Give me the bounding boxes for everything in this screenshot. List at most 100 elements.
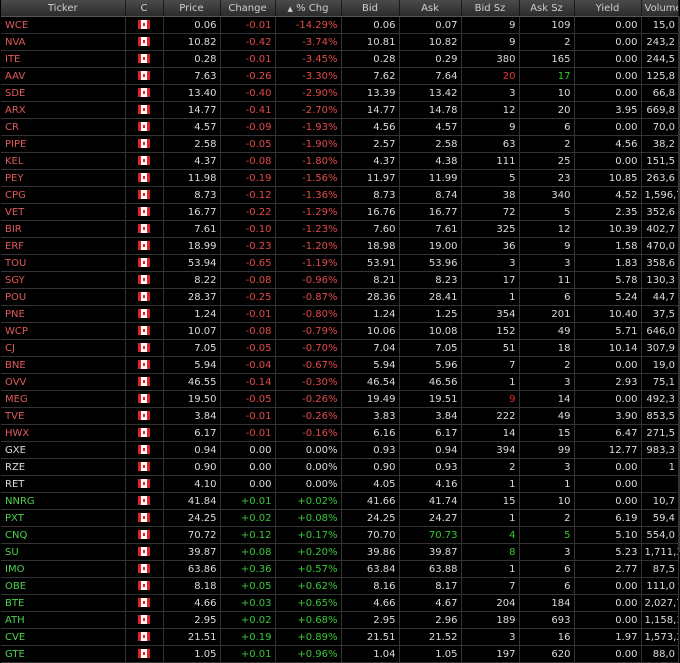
ticker-cell[interactable]: NNRG <box>1 492 126 510</box>
col-header-country[interactable]: C <box>125 0 164 17</box>
bid-cell: 53.91 <box>341 254 400 272</box>
table-row[interactable]: WCP 10.07 -0.08 -0.79% 10.06 10.08 152 49 5.71 64… <box>1 322 679 340</box>
table-row[interactable]: OVV 46.55 -0.14 -0.30% 46.54 46.56 1 3 2.93 75,1 <box>1 373 679 391</box>
volume-cell: 352,6 <box>641 203 679 221</box>
yield-cell: 0.00 <box>574 611 642 629</box>
ticker-cell[interactable]: SU <box>1 543 126 561</box>
ticker-cell[interactable]: ARX <box>1 101 126 119</box>
table-row[interactable]: CVE 21.51 +0.19 +0.89% 21.51 21.52 3 16 1.97 1,57… <box>1 628 679 646</box>
col-header-ticker[interactable]: Ticker <box>1 0 126 17</box>
table-row[interactable]: BTE 4.66 +0.03 +0.65% 4.66 4.67 204 184 0.00 2,02… <box>1 594 679 612</box>
table-row[interactable]: NVA 10.82 -0.42 -3.74% 10.81 10.82 9 2 0.00 243,2 <box>1 33 679 51</box>
ticker-cell[interactable]: MEG <box>1 390 126 408</box>
ticker-cell[interactable]: HWX <box>1 424 126 442</box>
ticker-cell[interactable]: CPG <box>1 186 126 204</box>
table-row[interactable]: CR 4.57 -0.09 -1.93% 4.56 4.57 9 6 0.00 70,0 <box>1 118 679 136</box>
ticker-cell[interactable]: CVE <box>1 628 126 646</box>
ask-cell: 41.74 <box>399 492 462 510</box>
ask-size-cell: 23 <box>519 169 575 187</box>
table-row[interactable]: KEL 4.37 -0.08 -1.80% 4.37 4.38 111 25 0.00 151,5 <box>1 152 679 170</box>
table-row[interactable]: ATH 2.95 +0.02 +0.68% 2.95 2.96 189 693 0.00 1,15… <box>1 611 679 629</box>
table-row[interactable]: CNQ 70.72 +0.12 +0.17% 70.70 70.73 4 5 5.10 554,0 <box>1 526 679 544</box>
ticker-cell[interactable]: VET <box>1 203 126 221</box>
table-row[interactable]: CPG 8.73 -0.12 -1.36% 8.73 8.74 38 340 4.52 1,596… <box>1 186 679 204</box>
ticker-cell[interactable]: NVA <box>1 33 126 51</box>
ticker-cell[interactable]: ATH <box>1 611 126 629</box>
ticker-cell[interactable]: PEY <box>1 169 126 187</box>
ticker-cell[interactable]: IMO <box>1 560 126 578</box>
ticker-cell[interactable]: PIPE <box>1 135 126 153</box>
change-cell: -0.01 <box>220 407 276 425</box>
col-header-label: Price <box>179 2 204 14</box>
table-row[interactable]: OBE 8.18 +0.05 +0.62% 8.16 8.17 7 6 0.00 111,0 <box>1 577 679 595</box>
ticker-cell[interactable]: BNE <box>1 356 126 374</box>
ticker-cell[interactable]: POU <box>1 288 126 306</box>
col-header-ask[interactable]: Ask <box>399 0 462 17</box>
ticker-cell[interactable]: PNE <box>1 305 126 323</box>
table-row[interactable]: BNE 5.94 -0.04 -0.67% 5.94 5.96 7 2 0.00 19,0 <box>1 356 679 374</box>
ask-cell: 21.52 <box>399 628 462 646</box>
table-row[interactable]: SGY 8.22 -0.08 -0.96% 8.21 8.23 17 11 5.78 130,3 <box>1 271 679 289</box>
table-row[interactable]: PIPE 2.58 -0.05 -1.90% 2.57 2.58 63 2 4.56 38,2 <box>1 135 679 153</box>
ticker-cell[interactable]: BTE <box>1 594 126 612</box>
ticker-cell[interactable]: GXE <box>1 441 126 459</box>
col-header-volume[interactable]: Volume <box>641 0 679 17</box>
table-row[interactable]: PXT 24.25 +0.02 +0.08% 24.25 24.27 1 2 6.19 59,4 <box>1 509 679 527</box>
table-row[interactable]: RZE 0.90 0.00 0.00% 0.90 0.93 2 3 0.00 1 <box>1 458 679 476</box>
ticker-cell[interactable]: BIR <box>1 220 126 238</box>
col-header-pct-change[interactable]: ▲ % Chg <box>275 0 342 17</box>
ticker-cell[interactable]: OBE <box>1 577 126 595</box>
table-row[interactable]: GTE 1.05 +0.01 +0.96% 1.04 1.05 197 620 0.00 88,0 <box>1 645 679 663</box>
ticker-cell[interactable]: OVV <box>1 373 126 391</box>
ticker-cell[interactable]: AAV <box>1 67 126 85</box>
col-header-change[interactable]: Change <box>220 0 276 17</box>
ask-cell: 46.56 <box>399 373 462 391</box>
ticker-cell[interactable]: RZE <box>1 458 126 476</box>
col-header-price[interactable]: Price <box>163 0 221 17</box>
col-header-bid[interactable]: Bid <box>341 0 400 17</box>
col-header-ask-size[interactable]: Ask Sz <box>519 0 575 17</box>
table-row[interactable]: WCE 0.06 -0.01 -14.29% 0.06 0.07 9 109 0.00 15,0 <box>1 16 679 34</box>
table-row[interactable]: POU 28.37 -0.25 -0.87% 28.36 28.41 1 6 5.24 44,7 <box>1 288 679 306</box>
ticker-cell[interactable]: WCP <box>1 322 126 340</box>
table-row[interactable]: PNE 1.24 -0.01 -0.80% 1.24 1.25 354 201 10.40 37,… <box>1 305 679 323</box>
ticker-cell[interactable]: TVE <box>1 407 126 425</box>
table-row[interactable]: AAV 7.63 -0.26 -3.30% 7.62 7.64 20 17 0.00 125,8 <box>1 67 679 85</box>
table-row[interactable]: ITE 0.28 -0.01 -3.45% 0.28 0.29 380 165 0.00 244,… <box>1 50 679 68</box>
ticker-cell[interactable]: RET <box>1 475 126 493</box>
table-row[interactable]: CJ 7.05 -0.05 -0.70% 7.04 7.05 51 18 10.14 307,9 <box>1 339 679 357</box>
table-row[interactable]: HWX 6.17 -0.01 -0.16% 6.16 6.17 14 15 6.47 271,5 <box>1 424 679 442</box>
ticker-cell[interactable]: CJ <box>1 339 126 357</box>
ticker-cell[interactable]: ITE <box>1 50 126 68</box>
volume-cell: 37,5 <box>641 305 679 323</box>
ticker-cell[interactable]: WCE <box>1 16 126 34</box>
pct-change-cell: +0.08% <box>275 509 342 527</box>
table-row[interactable]: RET 4.10 0.00 0.00% 4.05 4.16 1 1 0.00 <box>1 475 679 493</box>
table-row[interactable]: TVE 3.84 -0.01 -0.26% 3.83 3.84 222 49 3.90 853,5 <box>1 407 679 425</box>
table-row[interactable]: VET 16.77 -0.22 -1.29% 16.76 16.77 72 5 2.35 352,… <box>1 203 679 221</box>
country-cell <box>125 322 164 340</box>
ticker-cell[interactable]: SGY <box>1 271 126 289</box>
ticker-cell[interactable]: GTE <box>1 645 126 663</box>
ticker-cell[interactable]: KEL <box>1 152 126 170</box>
table-row[interactable]: ARX 14.77 -0.41 -2.70% 14.77 14.78 12 20 3.95 669… <box>1 101 679 119</box>
col-header-yield[interactable]: Yield <box>574 0 642 17</box>
ticker-cell[interactable]: PXT <box>1 509 126 527</box>
price-cell: 2.95 <box>163 611 221 629</box>
ticker-cell[interactable]: SDE <box>1 84 126 102</box>
ticker-cell[interactable]: CNQ <box>1 526 126 544</box>
ticker-cell[interactable]: ERF <box>1 237 126 255</box>
table-row[interactable]: BIR 7.61 -0.10 -1.23% 7.60 7.61 325 12 10.39 402,… <box>1 220 679 238</box>
table-row[interactable]: SU 39.87 +0.08 +0.20% 39.86 39.87 8 3 5.23 1,711,… <box>1 543 679 561</box>
table-row[interactable]: NNRG 41.84 +0.01 +0.02% 41.66 41.74 15 10 0.00 10… <box>1 492 679 510</box>
ticker-cell[interactable]: CR <box>1 118 126 136</box>
table-row[interactable]: SDE 13.40 -0.40 -2.90% 13.39 13.42 3 10 0.00 66,8 <box>1 84 679 102</box>
table-row[interactable]: IMO 63.86 +0.36 +0.57% 63.84 63.88 1 6 2.77 87,5 <box>1 560 679 578</box>
table-row[interactable]: GXE 0.94 0.00 0.00% 0.93 0.94 394 99 12.77 983,3 <box>1 441 679 459</box>
col-header-bid-size[interactable]: Bid Sz <box>461 0 520 17</box>
ticker-cell[interactable]: TOU <box>1 254 126 272</box>
table-row[interactable]: MEG 19.50 -0.05 -0.26% 19.49 19.51 9 14 0.00 492,… <box>1 390 679 408</box>
table-row[interactable]: TOU 53.94 -0.65 -1.19% 53.91 53.96 3 3 1.83 358,6 <box>1 254 679 272</box>
table-row[interactable]: ERF 18.99 -0.23 -1.20% 18.98 19.00 36 9 1.58 470,… <box>1 237 679 255</box>
table-row[interactable]: PEY 11.98 -0.19 -1.56% 11.97 11.99 5 23 10.85 263… <box>1 169 679 187</box>
